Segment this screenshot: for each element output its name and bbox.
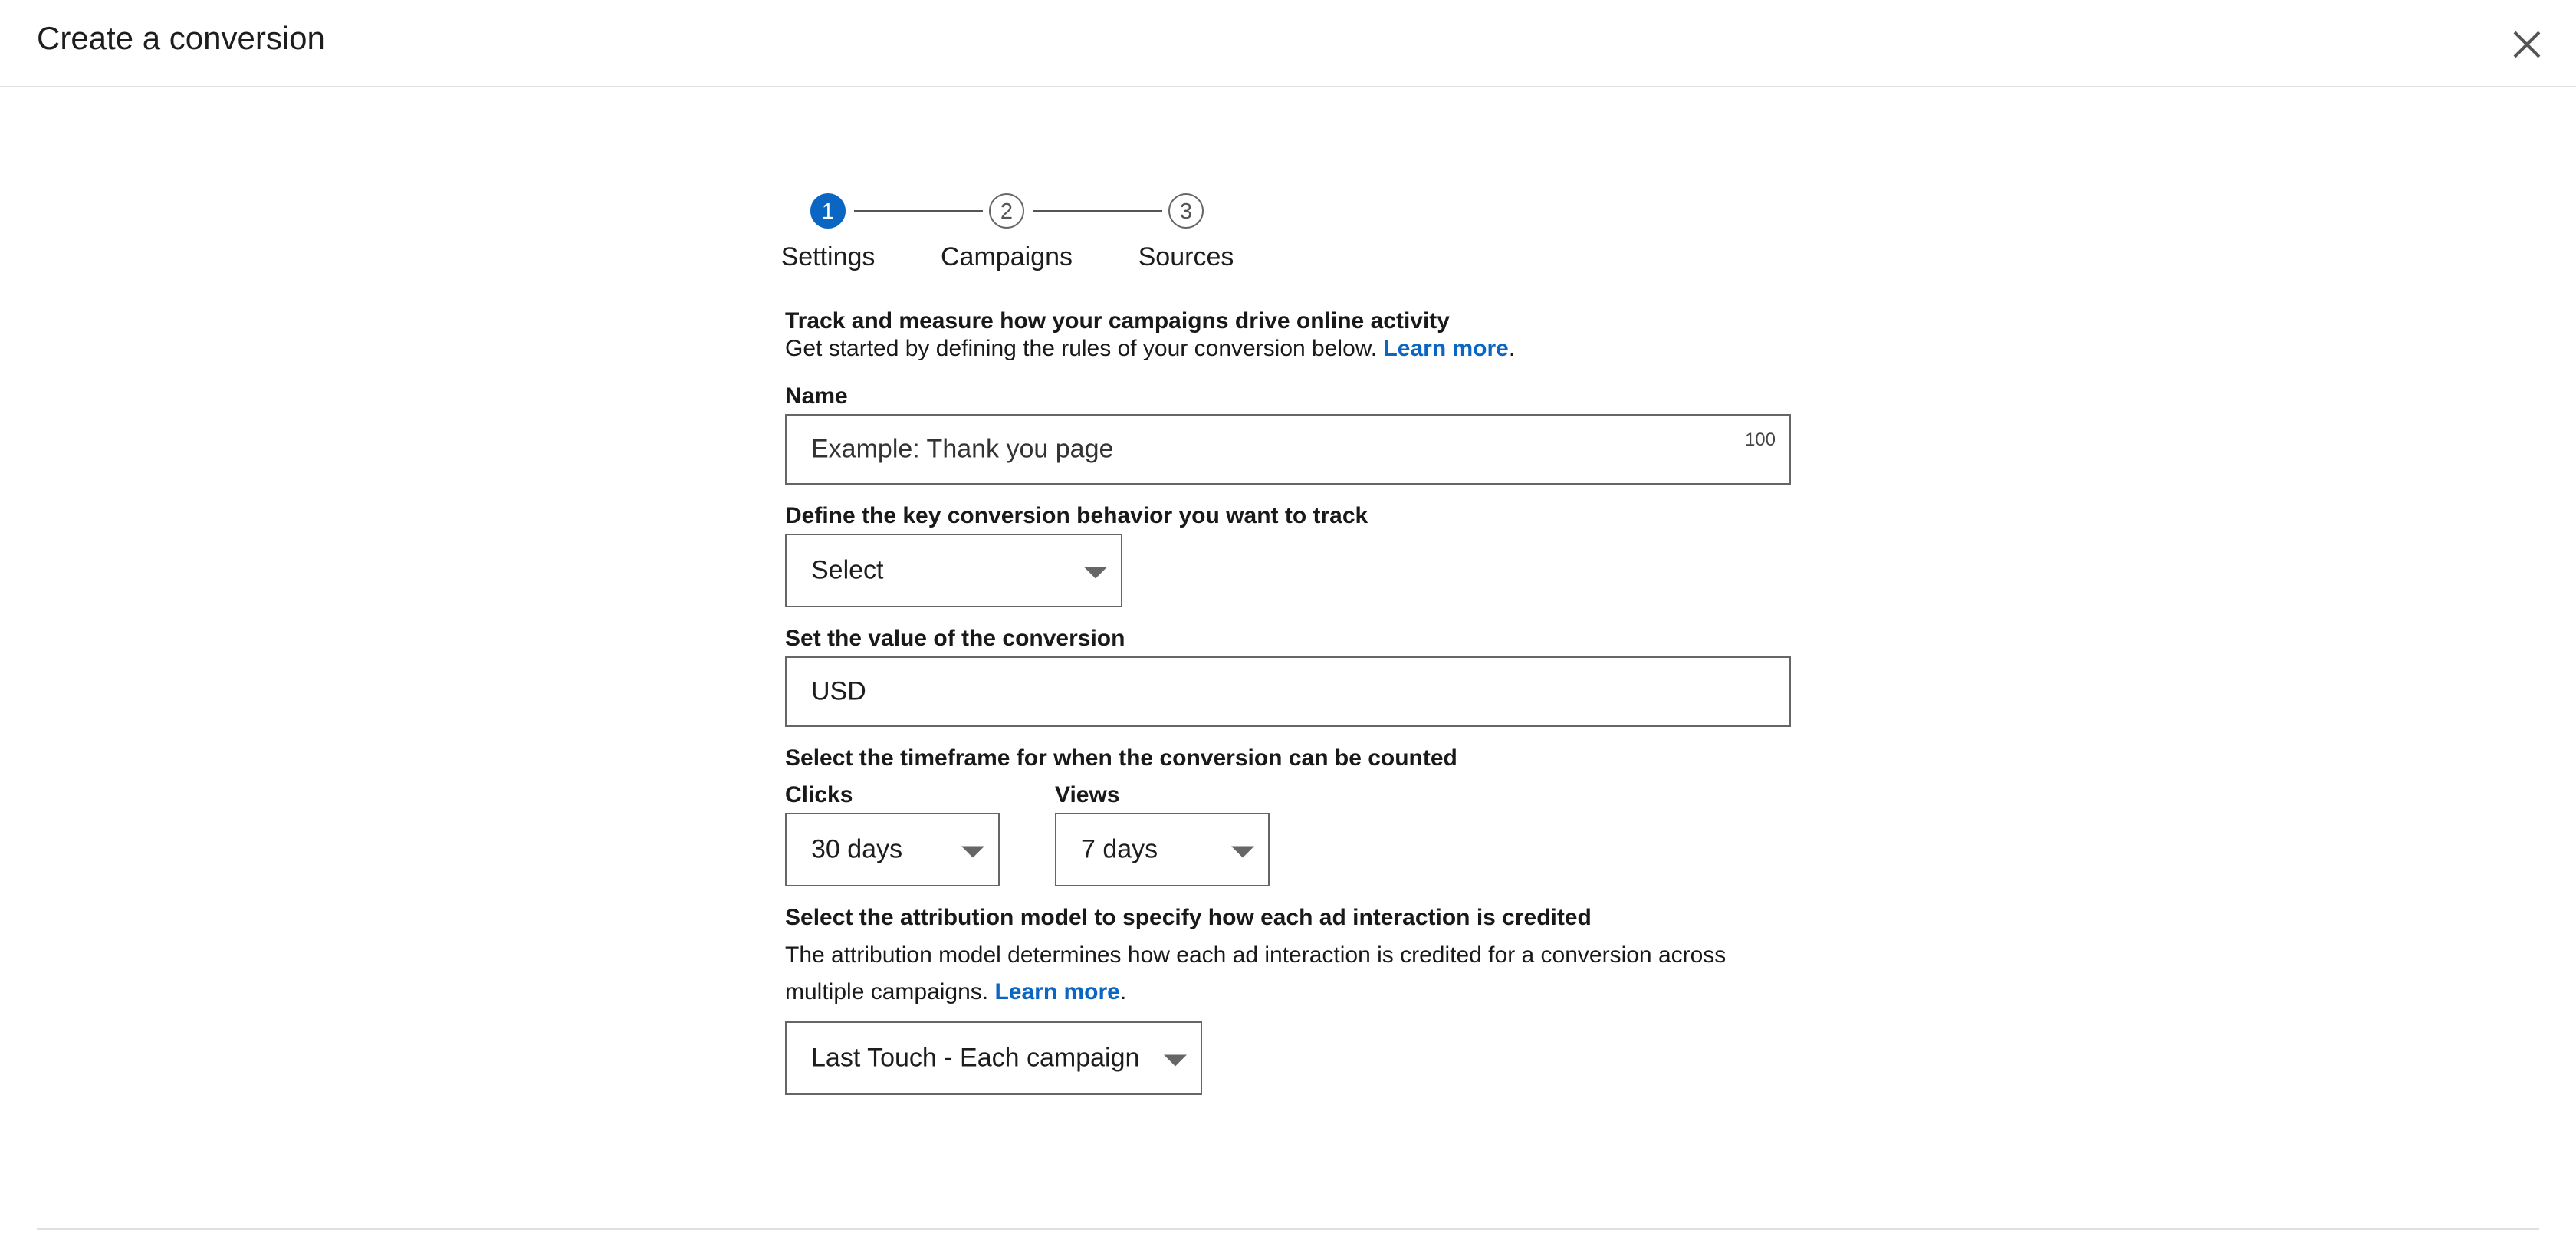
intro-subtitle: Get started by defining the rules of you… — [785, 336, 1515, 362]
value-input-currency: USD — [811, 676, 866, 706]
behavior-select[interactable]: Select — [785, 534, 1122, 607]
intro-subtitle-text: Get started by defining the rules of you… — [785, 336, 1378, 361]
chevron-down-icon — [961, 846, 984, 858]
learn-more-link[interactable]: Learn more — [1383, 336, 1508, 361]
stepper-connector — [854, 210, 983, 212]
views-select-value: 7 days — [1081, 834, 1158, 864]
stepper-connector — [1033, 210, 1162, 212]
attribution-learn-more-link[interactable]: Learn more — [994, 979, 1119, 1005]
chevron-down-icon — [1084, 567, 1107, 579]
step-1-indicator: 1 — [810, 193, 846, 229]
timeframe-label: Select the timeframe for when the conver… — [785, 745, 1457, 771]
step-2-indicator: 2 — [989, 193, 1024, 229]
chevron-down-icon — [1164, 1054, 1187, 1067]
attribution-period: . — [1119, 979, 1127, 1005]
step-1-label: Settings — [780, 242, 876, 271]
clicks-select[interactable]: 30 days — [785, 813, 1000, 886]
modal-header: Create a conversion — [0, 0, 2576, 87]
intro-period: . — [1508, 336, 1516, 361]
stepper: 1 2 3 Settings Campaigns Sources — [0, 192, 2576, 284]
behavior-label: Define the key conversion behavior you w… — [785, 503, 1368, 528]
name-input[interactable]: Example: Thank you page 100 — [785, 414, 1791, 485]
footer-divider — [37, 1228, 2539, 1230]
behavior-select-value: Select — [811, 555, 884, 585]
page-title: Create a conversion — [37, 20, 325, 56]
attribution-description-text: The attribution model determines how eac… — [785, 942, 1727, 1005]
attribution-description: The attribution model determines how eac… — [785, 937, 1797, 1011]
name-label: Name — [785, 383, 848, 409]
value-label: Set the value of the conversion — [785, 626, 1125, 651]
intro-title: Track and measure how your campaigns dri… — [785, 308, 1450, 334]
clicks-label: Clicks — [785, 782, 853, 807]
step-2-label: Campaigns — [941, 242, 1073, 271]
clicks-select-value: 30 days — [811, 834, 903, 864]
value-input[interactable]: USD — [785, 656, 1791, 727]
step-3-indicator: 3 — [1168, 193, 1204, 229]
close-icon[interactable] — [2509, 26, 2545, 63]
views-select[interactable]: 7 days — [1055, 813, 1270, 886]
attribution-label: Select the attribution model to specify … — [785, 905, 1592, 930]
views-label: Views — [1055, 782, 1120, 807]
step-3-label: Sources — [1138, 242, 1234, 271]
name-input-placeholder: Example: Thank you page — [811, 434, 1114, 464]
chevron-down-icon — [1231, 846, 1254, 858]
attribution-select-value: Last Touch - Each campaign — [811, 1043, 1140, 1073]
attribution-select[interactable]: Last Touch - Each campaign — [785, 1021, 1202, 1095]
name-char-counter: 100 — [1744, 429, 1776, 450]
